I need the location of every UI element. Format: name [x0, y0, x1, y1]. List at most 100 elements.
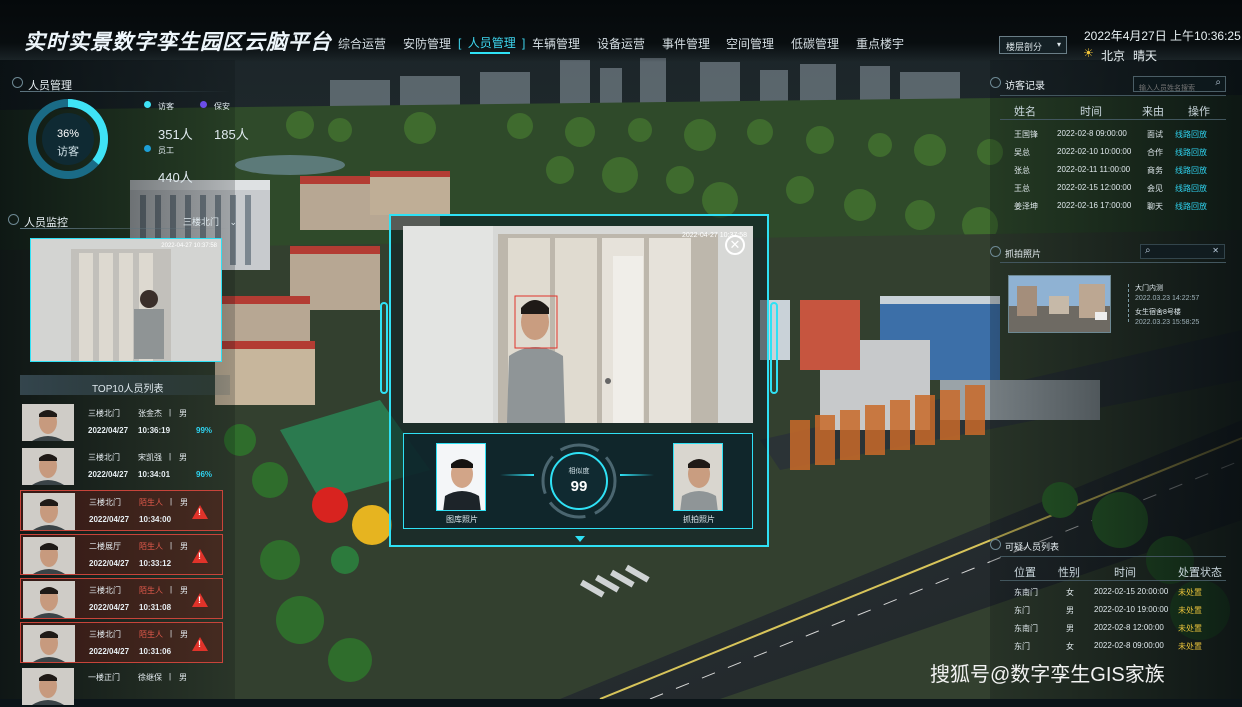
nav-item-active[interactable]: [ 人员管理 ] [458, 34, 525, 51]
row-name: 徐继保 [138, 673, 162, 682]
row-name: 陌生人 [139, 498, 163, 507]
divider [20, 91, 230, 92]
top10-row[interactable]: 一楼正门 徐继保 | 男 [20, 666, 223, 707]
nav-item-3[interactable]: 车辆管理 [532, 35, 580, 52]
search-icon[interactable]: ⌕ [1145, 245, 1151, 256]
row-gender: 男 [180, 586, 188, 595]
legend-label-staff: 员工 [158, 146, 174, 155]
nav-item-4[interactable]: 设备运营 [597, 35, 645, 52]
row-gender: 男 [179, 673, 187, 682]
divider [1000, 556, 1226, 557]
close-icon[interactable]: ✕ [1212, 246, 1219, 255]
route-replay-link[interactable]: 线路回放 [1175, 165, 1207, 176]
person-photo [23, 581, 75, 618]
nav-item-7[interactable]: 低碳管理 [791, 35, 839, 52]
monitor-video[interactable]: 2022-04-27 10:37:58 [30, 238, 222, 362]
visitor-time: 2022-02-10 10:00:00 [1057, 147, 1132, 156]
visitor-name: 张总 [1014, 166, 1030, 175]
suspicious-time: 2022-02-8 12:00:00 [1094, 623, 1164, 632]
suspicious-loc: 东门 [1014, 642, 1030, 651]
suspicious-col-status: 处置状态 [1178, 567, 1222, 579]
nav-item-1[interactable]: 安防管理 [403, 35, 451, 52]
top10-title: TOP10人员列表 [92, 384, 164, 395]
nav-item-8[interactable]: 重点楼宇 [856, 35, 904, 52]
close-icon[interactable]: ✕ [725, 235, 745, 255]
legend-label-visitor: 访客 [158, 102, 174, 111]
visitor-time: 2022-02-8 09:00:00 [1057, 129, 1127, 138]
row-name: 陌生人 [139, 542, 163, 551]
top10-row[interactable]: 三楼北门 张金杰 | 男 2022/04/27 10:36:19 99% [20, 402, 223, 443]
suspicious-title: 可疑人员列表 [1005, 542, 1060, 552]
row-sep: | [169, 408, 172, 417]
visitor-search-field[interactable] [1134, 81, 1208, 96]
suspicious-col-gender: 性别 [1058, 567, 1080, 579]
row-location: 三楼北门 [88, 409, 120, 418]
row-time: 10:31:08 [139, 603, 172, 612]
route-replay-link[interactable]: 线路回放 [1175, 129, 1207, 140]
panel-icon [990, 77, 1001, 88]
top10-row[interactable]: 三楼北门 陌生人 | 男 2022/04/27 10:31:06 [20, 622, 223, 663]
nav-item-5[interactable]: 事件管理 [662, 35, 710, 52]
warning-icon [192, 593, 208, 607]
visitor-col-action: 操作 [1188, 106, 1210, 118]
divider [1000, 262, 1226, 263]
person-photo [22, 448, 74, 485]
row-gender: 男 [179, 453, 187, 462]
suspicious-gender: 男 [1066, 606, 1074, 615]
search-icon[interactable]: ⌕ [1215, 77, 1221, 88]
row-name: 宋凯强 [138, 453, 162, 462]
visitor-reason: 聊天 [1147, 202, 1163, 211]
row-sep: | [170, 541, 173, 550]
route-replay-link[interactable]: 线路回放 [1175, 183, 1207, 194]
similarity-value: 99 [570, 478, 588, 495]
visitor-time: 2022-02-15 12:00:00 [1057, 183, 1132, 192]
suspicious-gender: 女 [1066, 642, 1074, 651]
row-date: 2022/04/27 [89, 559, 130, 568]
floor-select[interactable]: 楼层剖分 ▾ [999, 36, 1067, 54]
legend-label-guard: 保安 [214, 102, 230, 111]
visitor-reason: 面试 [1147, 130, 1163, 139]
row-sep: | [169, 452, 172, 461]
legend-dot-visitor [144, 101, 151, 108]
suspicious-time: 2022-02-15 20:00:00 [1094, 587, 1169, 596]
popup-video[interactable]: 2022-04-27 10:37:58 [403, 226, 753, 423]
top10-row[interactable]: 二楼展厅 陌生人 | 男 2022/04/27 10:33:12 [20, 534, 223, 575]
suspicious-gender: 女 [1066, 588, 1074, 597]
route-replay-link[interactable]: 线路回放 [1175, 147, 1207, 158]
panel-icon [990, 246, 1001, 257]
top10-row[interactable]: 三楼北门 陌生人 | 男 2022/04/27 10:34:00 [20, 490, 223, 531]
visitor-time: 2022-02-11 11:00:00 [1057, 165, 1131, 174]
row-gender: 男 [179, 409, 187, 418]
suspicious-status[interactable]: 未处置 [1178, 623, 1202, 634]
watermark: 搜狐号@数字孪生GIS家族 [930, 664, 1165, 686]
visitor-name: 吴总 [1014, 148, 1030, 157]
legend-value-guard: 185人 [214, 127, 249, 142]
camera-select[interactable]: 三楼北门 ⌄ [183, 215, 237, 228]
db-photo-label: 图库照片 [446, 515, 478, 524]
camera-select-value: 三楼北门 [183, 217, 220, 227]
route-replay-link[interactable]: 线路回放 [1175, 201, 1207, 212]
top10-row[interactable]: 三楼北门 宋凯强 | 男 2022/04/27 10:34:01 96% [20, 446, 223, 487]
row-gender: 男 [180, 630, 188, 639]
nav-bracket-close: ] [522, 36, 526, 50]
suspicious-status[interactable]: 未处置 [1178, 605, 1202, 616]
donut-percent: 36% [56, 128, 80, 140]
row-location: 三楼北门 [88, 453, 120, 462]
top10-row[interactable]: 三楼北门 陌生人 | 男 2022/04/27 10:31:08 [20, 578, 223, 619]
nav-item-6[interactable]: 空间管理 [726, 35, 774, 52]
legend-dot-staff [144, 145, 151, 152]
visitor-search-input[interactable]: ⌕ [1133, 76, 1226, 96]
nav-item-0[interactable]: 综合运营 [338, 35, 386, 52]
capture-title: 抓拍照片 [1005, 249, 1042, 259]
suspicious-status[interactable]: 未处置 [1178, 587, 1202, 598]
capture-label-1: 女生宿舍8号楼 [1135, 309, 1181, 316]
arrow-right-line [620, 474, 654, 476]
capture-search-input[interactable]: ⌕ ✕ [1140, 244, 1225, 259]
visitor-name: 王总 [1014, 184, 1030, 193]
visitor-col-reason: 来由 [1142, 106, 1164, 118]
monitor-timestamp: 2022-04-27 10:37:58 [161, 243, 217, 249]
panel-icon [12, 77, 23, 88]
capture-label-0: 大门内测 [1135, 285, 1163, 292]
suspicious-status[interactable]: 未处置 [1178, 641, 1202, 652]
capture-thumbnail[interactable] [1008, 275, 1111, 333]
